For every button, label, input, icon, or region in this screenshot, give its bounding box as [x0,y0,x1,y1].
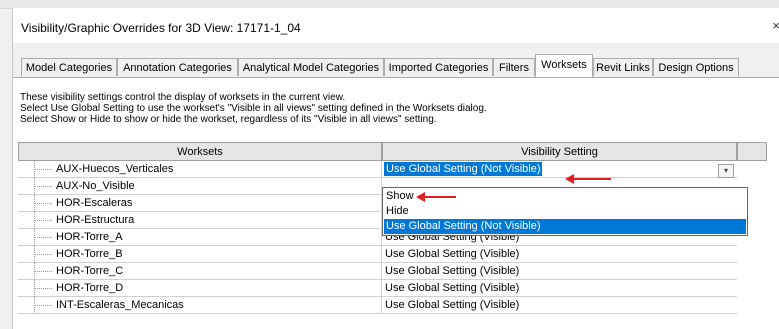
chevron-down-icon[interactable]: ▾ [718,164,734,178]
workset-name: AUX-No_Visible [56,180,135,192]
workset-name: HOR-Torre_A [56,231,123,243]
visibility-setting-cell[interactable]: Use Global Setting (Visible) [382,263,737,280]
tree-connector [34,220,52,221]
description-line-3: Select Show or Hide to show or hide the … [20,114,437,125]
workset-name: INT-Escaleras_Mecanicas [56,299,184,311]
visibility-setting-value: Use Global Setting (Visible) [385,248,520,260]
visibility-setting-value: Use Global Setting (Visible) [385,265,520,277]
tree-connector [34,186,52,187]
visibility-setting-combobox[interactable]: Use Global Setting (Not Visible) ▾ [382,161,737,178]
workset-name-cell[interactable]: HOR-Escaleras [18,195,382,212]
dropdown-option-hide[interactable]: Hide [384,204,746,219]
workset-name-cell[interactable]: HOR-Torre_A [18,229,382,246]
title-bar: Visibility/Graphic Overrides for 3D View… [13,8,779,43]
workset-name: HOR-Torre_B [56,248,123,260]
workset-name-cell[interactable]: HOR-Torre_D [18,280,382,297]
visibility-setting-cell[interactable]: Use Global Setting (Visible) [382,246,737,263]
tab-filters[interactable]: Filters [493,58,535,76]
tab-revit-links[interactable]: Revit Links [593,58,653,76]
workset-name-cell[interactable]: HOR-Torre_C [18,263,382,280]
workset-name-cell[interactable]: HOR-Estructura [18,212,382,229]
workset-name: AUX-Huecos_Verticales [56,163,174,175]
tree-connector [34,288,52,289]
close-icon[interactable]: × [772,18,779,33]
visibility-setting-value: Use Global Setting (Visible) [385,282,520,294]
dialog-title: Visibility/Graphic Overrides for 3D View… [21,21,301,35]
table-row[interactable]: HOR-Torre_B Use Global Setting (Visible) [18,246,767,263]
workset-name-cell[interactable]: AUX-Huecos_Verticales [18,161,382,178]
table-row[interactable]: AUX-Huecos_Verticales Use Global Setting… [18,161,767,178]
column-header-filler [737,142,767,161]
visibility-setting-cell[interactable]: Use Global Setting (Visible) [382,280,737,297]
table-row[interactable]: INT-Escaleras_Mecanicas Use Global Setti… [18,297,767,314]
workset-name: HOR-Torre_D [56,282,124,294]
workset-name: HOR-Escaleras [56,197,133,209]
tab-worksets[interactable]: Worksets [535,54,593,77]
table-row[interactable]: HOR-Torre_C Use Global Setting (Visible) [18,263,767,280]
description-line-2: Select Use Global Setting to use the wor… [20,103,487,114]
table-row[interactable]: HOR-Torre_D Use Global Setting (Visible) [18,280,767,297]
tree-connector [34,305,52,306]
column-header-worksets[interactable]: Worksets [18,142,382,161]
column-header-visibility-setting[interactable]: Visibility Setting [382,142,737,161]
workset-name-cell[interactable]: HOR-Torre_B [18,246,382,263]
visibility-setting-cell[interactable]: Use Global Setting (Visible) [382,297,737,314]
workset-name: HOR-Estructura [56,214,135,226]
tab-imported-categories[interactable]: Imported Categories [384,58,493,76]
annotation-arrow-show-option [416,192,456,202]
tab-annotation-categories[interactable]: Annotation Categories [117,58,238,76]
visibility-setting-value: Use Global Setting (Not Visible) [384,162,543,176]
workset-name: HOR-Torre_C [56,265,124,277]
description-line-1: These visibility settings control the di… [20,92,346,103]
tree-connector [34,254,52,255]
tab-model-categories[interactable]: Model Categories [21,58,117,76]
tree-connector [34,271,52,272]
tab-analytical-model-categories[interactable]: Analytical Model Categories [238,58,384,76]
workset-name-cell[interactable]: INT-Escaleras_Mecanicas [18,297,382,314]
tree-connector [34,169,52,170]
visibility-dropdown-list: Show Hide Use Global Setting (Not Visibl… [382,187,748,236]
visibility-setting-value: Use Global Setting (Visible) [385,299,520,311]
annotation-arrow-selected-value [565,174,611,184]
tab-design-options[interactable]: Design Options [653,58,739,76]
tree-connector [34,203,52,204]
dropdown-option-use-global-setting[interactable]: Use Global Setting (Not Visible) [384,219,746,234]
tree-connector [34,237,52,238]
workset-name-cell[interactable]: AUX-No_Visible [18,178,382,195]
